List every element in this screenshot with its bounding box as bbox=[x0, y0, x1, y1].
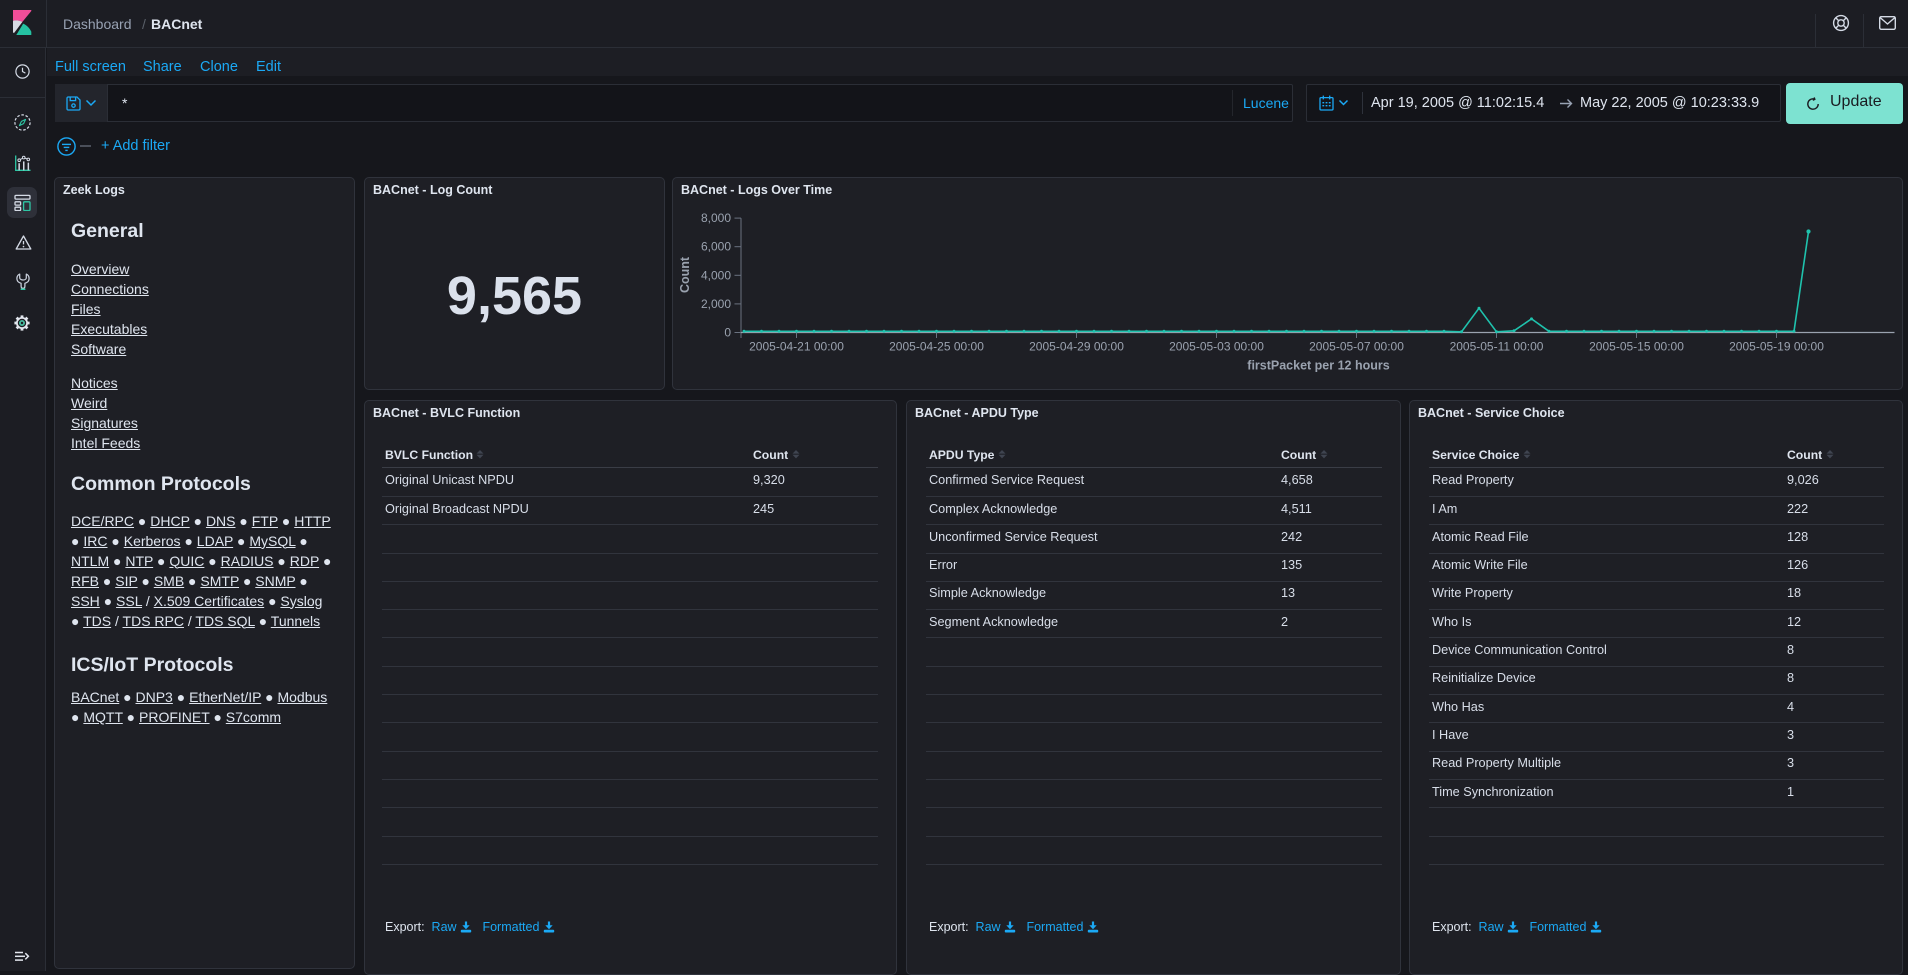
svg-text:2,000: 2,000 bbox=[701, 297, 731, 311]
svg-text:Count: Count bbox=[678, 256, 692, 293]
svg-text:0: 0 bbox=[724, 326, 731, 340]
svg-text:2005-05-03 00:00: 2005-05-03 00:00 bbox=[1169, 340, 1264, 354]
svg-text:2005-04-21 00:00: 2005-04-21 00:00 bbox=[749, 340, 844, 354]
svg-text:2005-05-19 00:00: 2005-05-19 00:00 bbox=[1729, 340, 1824, 354]
svg-text:firstPacket per 12 hours: firstPacket per 12 hours bbox=[1247, 359, 1389, 373]
svg-text:6,000: 6,000 bbox=[701, 240, 731, 254]
svg-text:8,000: 8,000 bbox=[701, 211, 731, 225]
svg-text:2005-05-07 00:00: 2005-05-07 00:00 bbox=[1309, 340, 1404, 354]
svg-text:2005-05-11 00:00: 2005-05-11 00:00 bbox=[1450, 340, 1544, 354]
svg-text:2005-05-15 00:00: 2005-05-15 00:00 bbox=[1589, 340, 1684, 354]
svg-text:4,000: 4,000 bbox=[701, 268, 731, 282]
svg-text:2005-04-29 00:00: 2005-04-29 00:00 bbox=[1029, 340, 1124, 354]
svg-text:2005-04-25 00:00: 2005-04-25 00:00 bbox=[889, 340, 984, 354]
